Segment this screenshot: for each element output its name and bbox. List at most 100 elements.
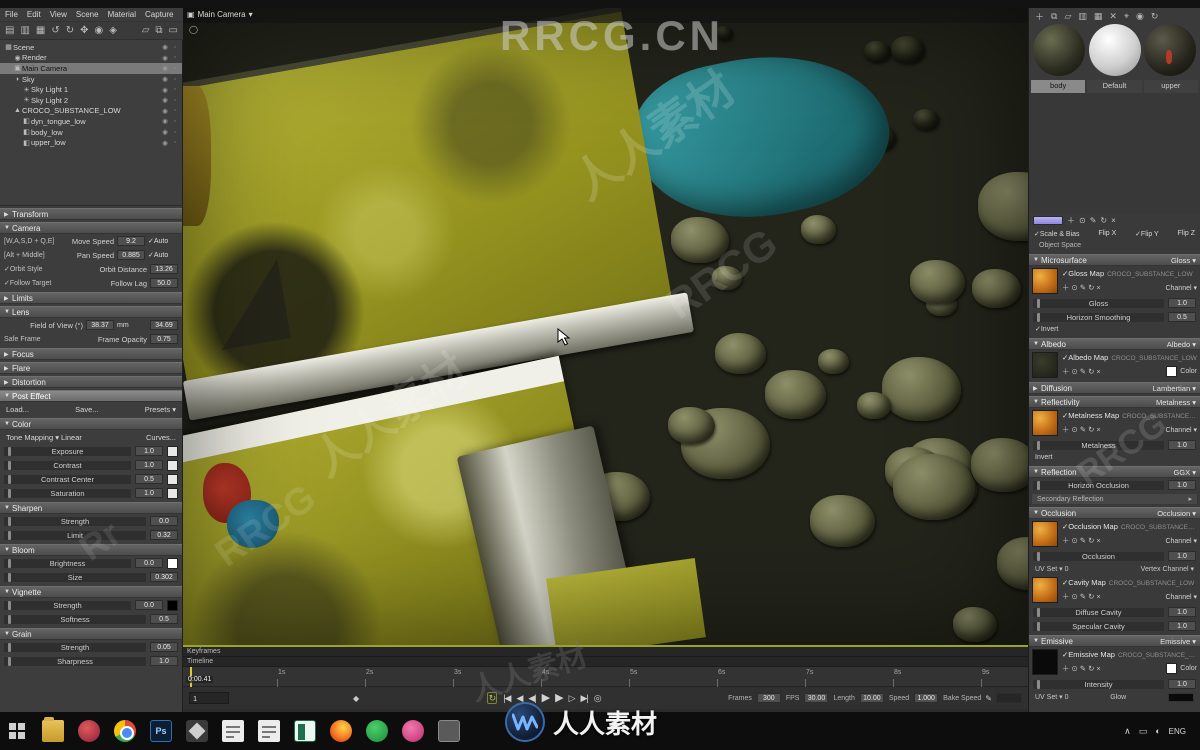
section-header-distortion[interactable]: ▶ Distortion — [0, 376, 182, 388]
property-value-field[interactable]: 9.2 — [117, 236, 145, 246]
stat-value-fps[interactable]: 30.00 — [804, 693, 829, 703]
slider-horizon-occlusion[interactable]: Horizon Occlusion — [1033, 480, 1164, 490]
color-swatch[interactable] — [167, 599, 178, 611]
section-header-sharpen[interactable]: ▼ Sharpen — [0, 502, 182, 514]
map-tool-icons[interactable]: ＋⊙✎↻× — [1062, 282, 1103, 293]
taskbar-media-player-icon[interactable] — [78, 720, 100, 742]
slider-value-field[interactable]: 0.0 — [135, 558, 163, 568]
slider-handle[interactable] — [8, 614, 11, 624]
button-curves-[interactable]: Curves... — [146, 433, 176, 442]
section-header-grain[interactable]: ▼ Grain — [0, 628, 182, 640]
slider-handle[interactable] — [8, 460, 11, 470]
taskbar-window-app-icon[interactable] — [438, 720, 460, 742]
slider-handle[interactable] — [1037, 298, 1040, 308]
slider-handle[interactable] — [8, 446, 11, 456]
flip-toggle-flip-x[interactable]: Flip X — [1098, 230, 1116, 237]
search-icon[interactable]: ⊙ — [1079, 216, 1086, 225]
map-enabled-checkbox[interactable]: ✓Metalness Map — [1062, 411, 1119, 420]
lock-toggle-icon[interactable]: ◦ — [170, 54, 180, 61]
add-keyframe-button[interactable]: ◆ — [353, 694, 359, 703]
clone-material-icon[interactable]: ⧉ — [1051, 11, 1057, 22]
loop-button[interactable]: ↻ — [486, 692, 498, 704]
visibility-toggle-icon[interactable]: ◉ — [160, 107, 170, 115]
slider-value-field[interactable]: 1.0 — [135, 460, 163, 470]
stat-value-speed[interactable]: 1.000 — [914, 693, 939, 703]
slider-handle[interactable] — [8, 572, 11, 582]
slider-handle[interactable] — [8, 516, 11, 526]
taskbar-document-app-1-icon[interactable] — [222, 720, 244, 742]
subsection-secondary-reflection[interactable]: Secondary Reflection ▸ — [1031, 493, 1198, 505]
visibility-toggle-icon[interactable]: ◉ — [160, 86, 170, 94]
uv-option-uv-set-0[interactable]: UV Set ▾ 0 — [1035, 693, 1068, 701]
scene-tree-item-upper-low[interactable]: ◧ upper_low ◉ ◦ — [0, 137, 182, 148]
bake-speed-field[interactable] — [996, 693, 1022, 703]
channel-dropdown[interactable]: Channel ▾ — [1165, 426, 1197, 434]
slider-value-field[interactable]: 0.5 — [135, 474, 163, 484]
timeline-bar[interactable]: Timeline — [183, 657, 1028, 667]
material-tab-body[interactable]: body — [1031, 80, 1086, 93]
slider-diffuse-cavity[interactable]: Diffuse Cavity — [1033, 607, 1164, 617]
map-tool-icons[interactable]: ＋⊙✎↻× — [1062, 663, 1103, 674]
color-swatch[interactable] — [167, 445, 178, 457]
stat-value-length[interactable]: 10.00 — [859, 693, 884, 703]
lock-toggle-icon[interactable]: ◦ — [170, 129, 180, 136]
frame-number-field[interactable]: 1 — [189, 692, 229, 704]
texture-thumbnail[interactable] — [1032, 352, 1058, 378]
visibility-toggle-icon[interactable]: ◉ — [160, 64, 170, 72]
view-gizmo-icon[interactable]: ◯ — [189, 25, 198, 34]
property-value-field[interactable]: 50.0 — [150, 278, 178, 288]
uv-option-uv-set-0[interactable]: UV Set ▾ 0 — [1035, 565, 1068, 573]
slider-value-field[interactable]: 1.0 — [1168, 551, 1196, 561]
slider-strength[interactable]: Strength — [4, 516, 146, 526]
section-header-transform[interactable]: ▶ Transform — [0, 208, 182, 220]
scene-tree-item-sky[interactable]: ◗ Sky ◉ ◦ — [0, 74, 182, 85]
step-back-button[interactable]: ◀| — [528, 693, 536, 703]
material-tab-default[interactable]: Default — [1087, 80, 1142, 93]
map-enabled-checkbox[interactable]: ✓Cavity Map — [1062, 578, 1106, 587]
display-icon[interactable]: ▭ — [1139, 726, 1148, 737]
property-key-label[interactable]: ✓Orbit Style — [4, 265, 64, 273]
slider-value-field[interactable]: 0.5 — [1168, 312, 1196, 322]
translate-icon[interactable]: ✥ — [80, 25, 88, 36]
button-save-[interactable]: Save... — [75, 405, 98, 414]
taskbar-green-app-icon[interactable] — [366, 720, 388, 742]
camera-selector-dropdown[interactable]: ▣ Main Camera ▾ — [187, 10, 253, 19]
material-section-reflection[interactable]: ▼ Reflection GGX ▾ — [1029, 466, 1200, 478]
lock-toggle-icon[interactable]: ◦ — [170, 107, 180, 114]
delete-icon[interactable]: ▭ — [169, 25, 178, 36]
section-header-lens[interactable]: ▼ Lens — [0, 306, 182, 318]
uv-option-vertex-channel-[interactable]: Vertex Channel ▾ — [1141, 565, 1194, 573]
import-icon[interactable]: ▱ — [142, 25, 150, 36]
scene-tree-item-scene[interactable]: ▦ Scene ◉ ◦ — [0, 42, 182, 53]
folder-icon[interactable]: ▱ — [1064, 11, 1071, 22]
section-header-post-effect[interactable]: ▼ Post Effect — [0, 390, 182, 402]
taskbar-substance-icon[interactable] — [186, 720, 208, 742]
slider-value-field[interactable]: 1.0 — [1168, 440, 1196, 450]
taskbar-pink-app-icon[interactable] — [402, 720, 424, 742]
slider-value-field[interactable]: 1.0 — [135, 488, 163, 498]
menu-item-view[interactable]: View — [50, 10, 67, 19]
slider-value-field[interactable]: 1.0 — [150, 656, 178, 666]
slider-specular-cavity[interactable]: Specular Cavity — [1033, 621, 1164, 631]
save-scene-icon[interactable]: ▦ — [36, 25, 45, 36]
checkbox-invert[interactable]: ✓Invert — [1029, 324, 1200, 336]
slider-gloss[interactable]: Gloss — [1033, 298, 1164, 308]
section-mode-dropdown[interactable]: Albedo ▾ — [1167, 340, 1196, 349]
slider-strength[interactable]: Strength — [4, 642, 146, 652]
redo-icon[interactable]: ↻ — [66, 25, 74, 36]
jump-end-button[interactable]: ▶| — [581, 693, 589, 703]
texture-thumbnail[interactable] — [1032, 410, 1058, 436]
slider-strength[interactable]: Strength — [4, 600, 131, 610]
slider-handle[interactable] — [1037, 679, 1040, 689]
auto-checkbox[interactable]: ✓Auto — [148, 237, 178, 245]
visibility-toggle-icon[interactable]: ◉ — [160, 117, 170, 125]
channel-dropdown[interactable]: Channel ▾ — [1165, 284, 1197, 292]
slider-value-field[interactable]: 1.0 — [135, 446, 163, 456]
section-header-limits[interactable]: ▶ Limits — [0, 292, 182, 304]
color-swatch[interactable] — [167, 487, 178, 499]
delete-icon[interactable]: ✕ — [1109, 11, 1117, 22]
texture-thumbnail[interactable] — [1032, 577, 1058, 603]
slider-sharpness[interactable]: Sharpness — [4, 656, 146, 666]
map-enabled-checkbox[interactable]: ✓Emissive Map — [1062, 650, 1115, 659]
visibility-toggle-icon[interactable]: ◉ — [160, 139, 170, 147]
